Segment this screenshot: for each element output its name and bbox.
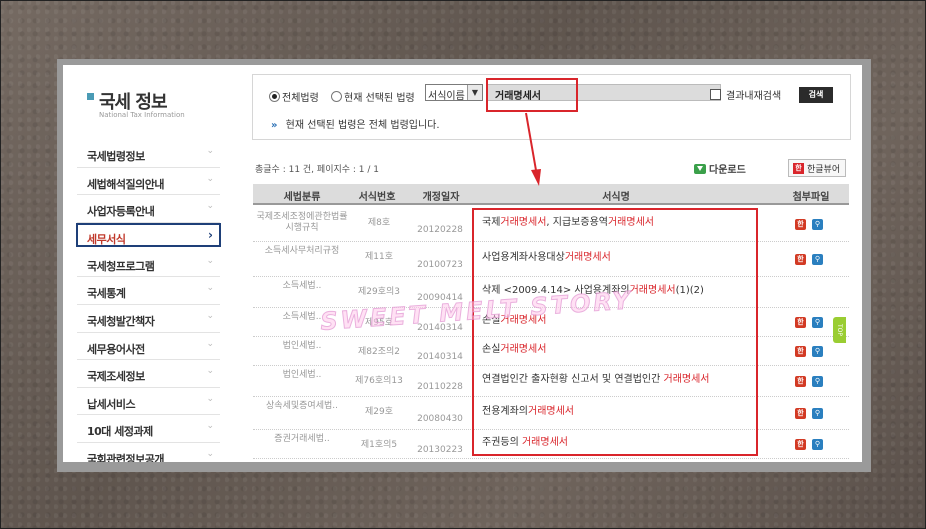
annotation-arrow [525, 112, 541, 186]
